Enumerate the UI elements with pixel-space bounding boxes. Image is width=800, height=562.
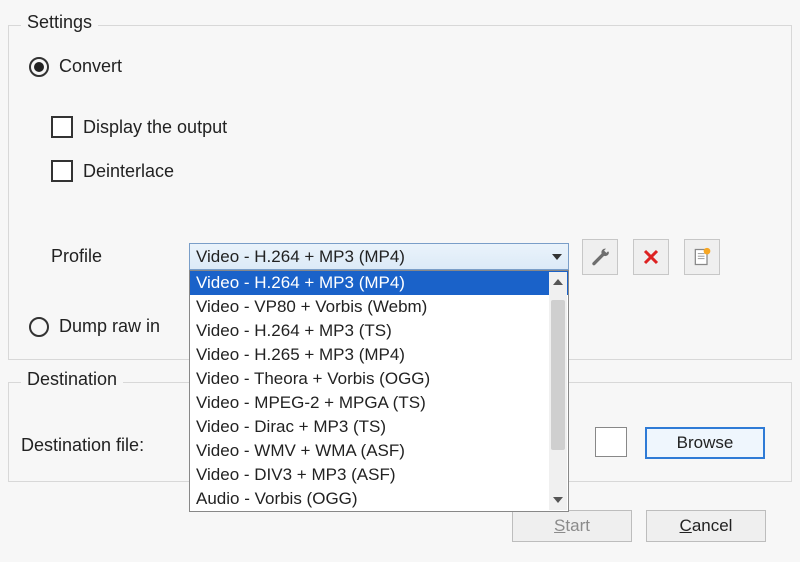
profile-selected-value: Video - H.264 + MP3 (MP4)	[196, 247, 405, 267]
profile-dropdown-list[interactable]: Video - H.264 + MP3 (MP4) Video - VP80 +…	[189, 270, 569, 512]
convert-radio[interactable]: Convert	[29, 56, 122, 77]
footer-bar: Start Cancel	[8, 510, 792, 552]
destination-file-label: Destination file:	[21, 435, 144, 456]
cancel-button[interactable]: Cancel	[646, 510, 766, 542]
list-item[interactable]: Audio - Vorbis (OGG)	[190, 487, 568, 511]
cancel-remainder: ancel	[692, 516, 733, 535]
list-item[interactable]: Video - H.264 + MP3 (MP4)	[190, 271, 568, 295]
delete-profile-button[interactable]	[633, 239, 669, 275]
radio-dot-icon	[29, 317, 49, 337]
deinterlace-label: Deinterlace	[83, 161, 174, 182]
checkbox-icon	[51, 116, 73, 138]
browse-label: Browse	[677, 433, 734, 453]
scroll-thumb[interactable]	[551, 300, 565, 450]
scroll-down-icon[interactable]	[549, 490, 567, 510]
scroll-up-icon[interactable]	[549, 272, 567, 292]
list-item[interactable]: Video - Dirac + MP3 (TS)	[190, 415, 568, 439]
wrench-icon	[590, 247, 610, 267]
checkbox-icon	[51, 160, 73, 182]
new-document-icon	[692, 247, 712, 267]
deinterlace-checkbox[interactable]: Deinterlace	[51, 160, 174, 182]
browse-button[interactable]: Browse	[645, 427, 765, 459]
radio-dot-icon	[29, 57, 49, 77]
scrollbar[interactable]	[549, 272, 567, 510]
list-item[interactable]: Video - DIV3 + MP3 (ASF)	[190, 463, 568, 487]
list-item[interactable]: Video - VP80 + Vorbis (Webm)	[190, 295, 568, 319]
display-output-label: Display the output	[83, 117, 227, 138]
profile-label: Profile	[51, 246, 102, 267]
dump-raw-radio[interactable]: Dump raw in	[29, 316, 160, 337]
destination-file-input[interactable]	[595, 427, 627, 457]
start-button[interactable]: Start	[512, 510, 632, 542]
list-item[interactable]: Video - MPEG-2 + MPGA (TS)	[190, 391, 568, 415]
dump-raw-label: Dump raw in	[59, 316, 160, 337]
list-item[interactable]: Video - H.265 + MP3 (MP4)	[190, 343, 568, 367]
destination-legend: Destination	[21, 369, 123, 390]
settings-fieldset: Settings Convert Display the output Dein…	[8, 25, 792, 360]
close-icon	[642, 248, 660, 266]
list-item[interactable]: Video - WMV + WMA (ASF)	[190, 439, 568, 463]
start-remainder: tart	[565, 516, 590, 535]
settings-legend: Settings	[21, 12, 98, 33]
convert-label: Convert	[59, 56, 122, 77]
list-item[interactable]: Video - H.264 + MP3 (TS)	[190, 319, 568, 343]
list-item[interactable]: Video - Theora + Vorbis (OGG)	[190, 367, 568, 391]
chevron-down-icon	[552, 254, 562, 260]
new-profile-button[interactable]	[684, 239, 720, 275]
edit-profile-button[interactable]	[582, 239, 618, 275]
display-output-checkbox[interactable]: Display the output	[51, 116, 227, 138]
profile-combobox[interactable]: Video - H.264 + MP3 (MP4)	[189, 243, 569, 270]
